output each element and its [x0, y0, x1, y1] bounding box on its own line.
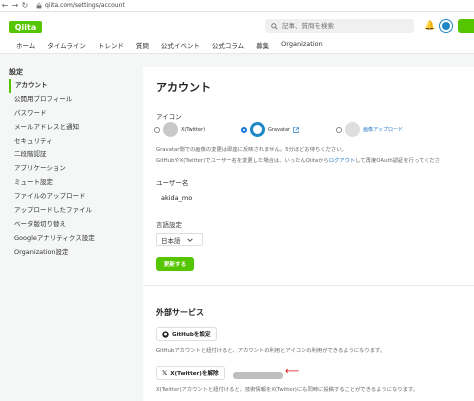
nav-home[interactable]: ホーム — [16, 40, 35, 50]
sidebar-item-public-profile[interactable]: 公開用プロフィール — [9, 93, 129, 107]
red-arrow-annotation-icon: ⟵ — [285, 366, 300, 377]
forward-icon[interactable]: → — [10, 1, 20, 10]
upload-avatar — [345, 122, 360, 137]
icon-option-gravatar-label: Gravatar — [268, 126, 291, 133]
sidebar-item-applications[interactable]: アプリケーション — [9, 162, 129, 176]
sidebar-item-security[interactable]: セキュリティ — [9, 135, 129, 149]
oauth-note: GitHubやX(Twitter)でユーザー名を変更した場合は、いったんQiit… — [156, 156, 440, 164]
username-label: ユーザー名 — [156, 179, 189, 187]
notification-bell-icon[interactable]: 🔔 — [424, 21, 435, 31]
sidebar-item-mute[interactable]: ミュート設定 — [9, 176, 129, 190]
nav-questions[interactable]: 質問 — [136, 40, 149, 50]
icon-option-x-label: X(Twitter) — [181, 126, 206, 133]
sidebar-item-organization[interactable]: Organization設定 — [9, 246, 129, 260]
language-select[interactable]: 日本語 — [156, 233, 203, 246]
chevron-down-icon — [186, 237, 193, 242]
sidebar-item-google-analytics[interactable]: Googleアナリティクス設定 — [9, 232, 129, 246]
icon-radio-gravatar[interactable] — [241, 126, 247, 133]
icon-option-gravatar[interactable]: Gravatar — [241, 122, 299, 137]
user-avatar[interactable] — [440, 20, 452, 32]
save-button[interactable]: 更新する — [156, 257, 194, 271]
icon-radio-x[interactable] — [154, 126, 160, 133]
sidebar-item-uploaded-files[interactable]: アップロードしたファイル — [9, 204, 129, 218]
language-select-value: 日本語 — [161, 236, 181, 245]
address-bar[interactable]: qiita.com/settings/account — [36, 1, 125, 11]
oauth-note-post: して再度OAuth認証を行ってくださ — [355, 158, 441, 164]
gravatar-note: Gravatar側での画像の変更は即座に反映されません。5分ほどお待ちください。 — [156, 147, 347, 153]
icon-option-upload[interactable]: 画像アップロード — [336, 122, 403, 137]
external-services-title: 外部サービス — [156, 308, 204, 317]
sidebar-item-beta[interactable]: ベータ版切り替え — [9, 218, 129, 232]
nav-timeline[interactable]: タイムライン — [47, 40, 86, 50]
external-link-icon[interactable] — [293, 126, 299, 133]
redacted-username — [233, 372, 283, 379]
github-icon — [162, 330, 169, 338]
url-text: qiita.com/settings/account — [45, 2, 125, 9]
sidebar-item-two-factor[interactable]: 二段階認証 — [9, 148, 129, 162]
x-disconnect-button[interactable]: 𝕏 X(Twitter)を解除 — [156, 366, 225, 380]
logout-link[interactable]: ログアウト — [329, 158, 356, 164]
search-box[interactable] — [265, 19, 414, 33]
icon-radio-upload[interactable] — [336, 126, 342, 133]
github-note: GitHubアカウントと紐付けると、アカウントの利用とアイコンの利用ができるよう… — [156, 348, 386, 354]
main-nav: ホーム タイムライン トレンド 質問 公式イベント 公式コラム 募集 Organ… — [16, 40, 335, 50]
sidebar-title: 設定 — [9, 68, 23, 76]
x-avatar — [163, 122, 178, 137]
search-icon — [271, 22, 278, 30]
nav-recruit[interactable]: 募集 — [256, 40, 269, 50]
page-title: アカウント — [156, 81, 211, 94]
nav-official-events[interactable]: 公式イベント — [161, 40, 200, 50]
post-button[interactable] — [458, 19, 474, 33]
qiita-logo[interactable]: Qiita — [9, 21, 42, 33]
oauth-note-pre: GitHubやX(Twitter)でユーザー名を変更した場合は、いったんQiit… — [156, 158, 329, 164]
back-icon[interactable]: ← — [0, 1, 10, 10]
reload-icon[interactable]: ↻ — [20, 1, 30, 10]
language-label: 言語設定 — [156, 221, 182, 229]
nav-trend[interactable]: トレンド — [98, 40, 124, 50]
sidebar-item-file-upload[interactable]: ファイルのアップロード — [9, 190, 129, 204]
site-info-icon[interactable] — [36, 2, 42, 9]
icon-option-upload-label[interactable]: 画像アップロード — [363, 126, 403, 133]
x-button-label: X(Twitter)を解除 — [170, 371, 219, 377]
search-input[interactable] — [282, 22, 402, 30]
nav-official-columns[interactable]: 公式コラム — [212, 40, 244, 50]
sidebar-item-password[interactable]: パスワード — [9, 107, 129, 121]
settings-sidebar: 設定 アカウント 公開用プロフィール パスワード メールアドレスと通知 セキュリ… — [9, 67, 129, 260]
github-button-label: GitHubを設定 — [172, 332, 211, 338]
browser-toolbar: ← → ↻ qiita.com/settings/account — [0, 0, 474, 12]
sidebar-item-email-notifications[interactable]: メールアドレスと通知 — [9, 121, 129, 135]
x-logo-icon: 𝕏 — [162, 369, 168, 377]
account-settings-panel: アカウント アイコン X(Twitter) Gravatar 画像アップロード … — [143, 67, 474, 401]
section-divider — [143, 285, 474, 286]
sidebar-item-account[interactable]: アカウント — [9, 79, 129, 93]
nav-organization[interactable]: Organization — [281, 40, 323, 50]
icon-option-x[interactable]: X(Twitter) — [154, 122, 205, 137]
github-connect-button[interactable]: GitHubを設定 — [156, 327, 217, 341]
username-input[interactable] — [156, 191, 474, 205]
site-header: Qiita 🔔 ホーム タイムライン トレンド 質問 公式イベント 公式コラム … — [0, 12, 474, 54]
x-note: X(Twitter)アカウントと紐付けると、技術情報をX(Twitter)にも同… — [156, 387, 419, 393]
gravatar-avatar — [250, 122, 265, 137]
icon-label: アイコン — [156, 113, 182, 121]
